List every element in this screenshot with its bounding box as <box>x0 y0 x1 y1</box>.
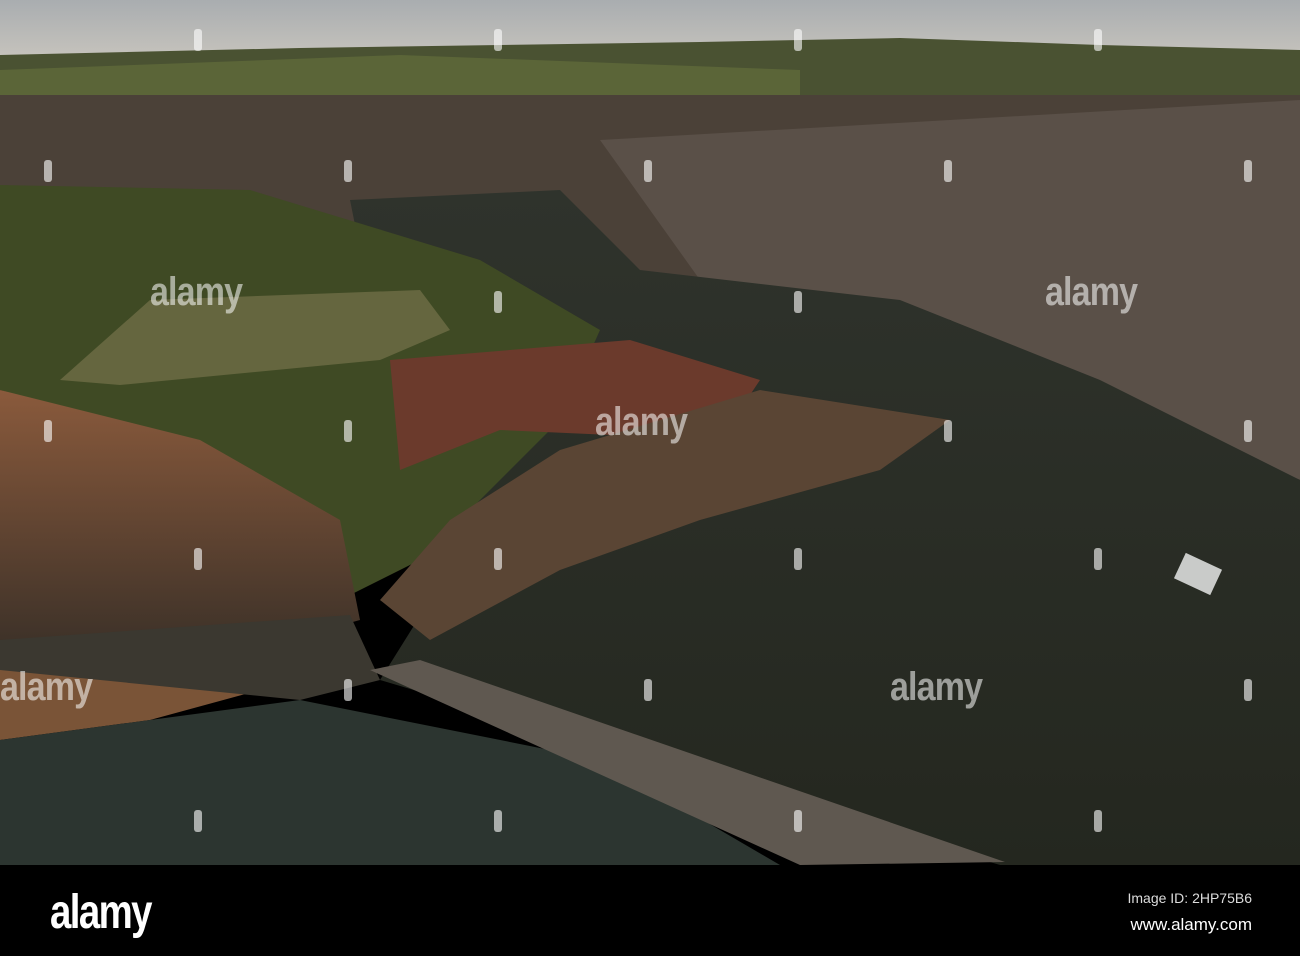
watermark: alamy <box>150 270 243 314</box>
watermark-mark <box>1094 810 1102 832</box>
footer-bar: alamy Image ID: 2HP75B6 www.alamy.com <box>0 865 1300 956</box>
watermark-mark <box>644 679 652 701</box>
watermark-mark <box>794 291 802 313</box>
watermark-mark <box>494 291 502 313</box>
watermark-mark <box>494 810 502 832</box>
stock-photo-page: alamy alamy alamy alamy alamy alamy Imag… <box>0 0 1300 956</box>
watermark-mark <box>1244 420 1252 442</box>
watermark-mark <box>44 420 52 442</box>
watermark-mark <box>1094 548 1102 570</box>
watermark-mark <box>194 548 202 570</box>
alamy-logo: alamy <box>50 886 152 939</box>
watermark-mark <box>344 160 352 182</box>
watermark: alamy <box>0 665 93 709</box>
watermark: alamy <box>890 665 983 709</box>
watermark-mark <box>344 679 352 701</box>
watermark-mark <box>44 160 52 182</box>
watermark: alamy <box>1045 270 1138 314</box>
watermark-mark <box>1094 29 1102 51</box>
site-url: www.alamy.com <box>1130 915 1252 934</box>
image-id: Image ID: 2HP75B6 <box>1127 890 1252 906</box>
watermark-mark <box>794 29 802 51</box>
watermark-mark <box>644 160 652 182</box>
watermark-mark <box>1244 160 1252 182</box>
watermark-mark <box>494 548 502 570</box>
watermark-mark <box>794 810 802 832</box>
watermark-mark <box>944 160 952 182</box>
watermark: alamy <box>595 400 688 444</box>
watermark-mark <box>194 29 202 51</box>
watermark-mark <box>194 810 202 832</box>
watermark-mark <box>794 548 802 570</box>
watermark-mark <box>944 420 952 442</box>
watermark-mark <box>344 420 352 442</box>
watermark-mark <box>494 29 502 51</box>
watermark-mark <box>1244 679 1252 701</box>
